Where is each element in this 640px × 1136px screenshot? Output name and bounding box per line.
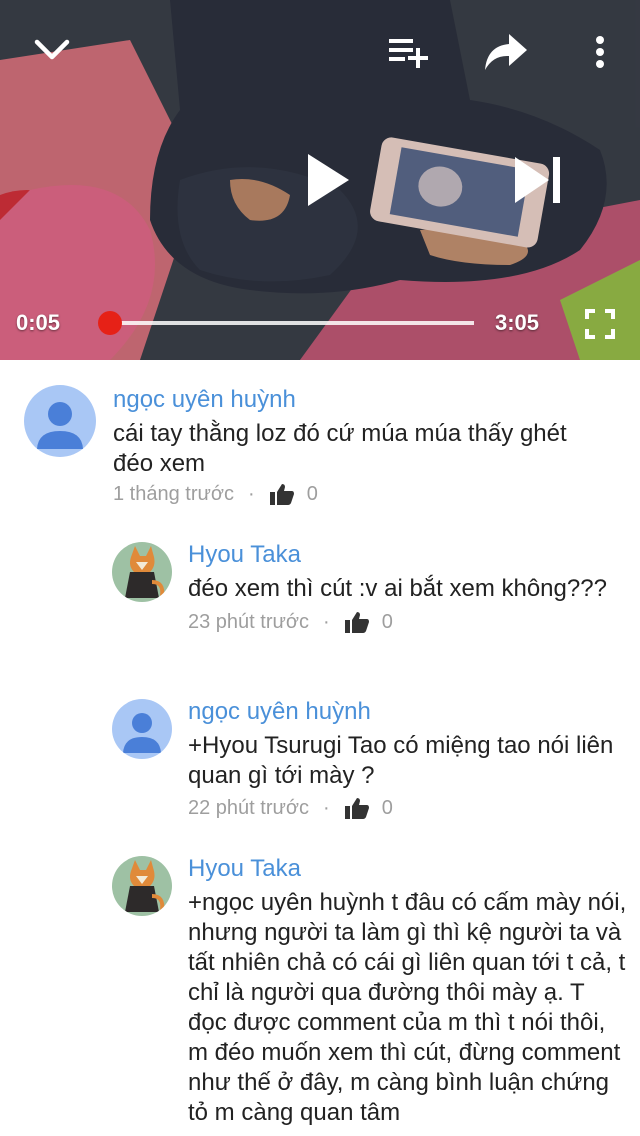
skip-next-icon [515, 157, 560, 203]
duration: 3:05 [495, 310, 540, 335]
like-button[interactable] [342, 608, 372, 636]
more-vert-icon [596, 36, 604, 68]
comment-author[interactable]: ngọc uyên huỳnh [113, 385, 296, 415]
collapse-button[interactable] [26, 26, 78, 74]
comments-list: ngọc uyên huỳnh cái tay thằng loz đó cứ … [0, 360, 640, 1136]
separator-dot: · [248, 483, 255, 505]
comment-time: 1 tháng trước [113, 483, 235, 505]
seek-bar[interactable] [98, 311, 474, 335]
fox-avatar-icon [112, 542, 172, 602]
like-count: 0 [381, 611, 393, 633]
like-count: 0 [381, 797, 393, 819]
thumbs-up-icon [344, 798, 369, 819]
comment-text: +ngọc uyên huỳnh t đâu có cấm mày nói, n… [188, 889, 627, 1126]
separator-dot: · [323, 611, 330, 633]
fullscreen-icon [585, 309, 615, 339]
reply-comment: Hyou Taka đéo xem thì cút :v ai bắt xem … [112, 540, 632, 642]
comment-time: 23 phút trước [188, 611, 310, 633]
like-count: 0 [306, 483, 318, 505]
fox-avatar-icon [112, 856, 172, 916]
share-icon [485, 34, 527, 70]
comment-time: 22 phút trước [188, 797, 310, 819]
next-video-button[interactable] [502, 148, 572, 212]
comment-text: đéo xem thì cút :v ai bắt xem không??? [188, 575, 607, 602]
user-avatar[interactable] [112, 699, 172, 759]
fullscreen-button[interactable] [578, 302, 622, 346]
default-avatar-icon [24, 385, 96, 457]
play-button[interactable] [292, 145, 362, 215]
comment-meta: 23 phút trước · 0 [188, 608, 393, 636]
reply-comment: ngọc uyên huỳnh +Hyou Tsurugi Tao có miệ… [112, 697, 632, 829]
play-icon [308, 154, 349, 206]
video-player[interactable]: 0:05 3:05 [0, 0, 640, 360]
thumbs-up-icon [269, 484, 294, 505]
chevron-down-icon [34, 39, 70, 60]
seek-thumb[interactable] [98, 311, 123, 335]
default-avatar-icon [112, 699, 172, 759]
comment-text: +Hyou Tsurugi Tao có miệng tao nói liên … [188, 732, 614, 789]
user-avatar[interactable] [112, 542, 172, 602]
share-button[interactable] [478, 26, 534, 78]
like-button[interactable] [267, 480, 297, 508]
comment-text: cái tay thằng loz đó cứ múa múa thấy ghé… [113, 420, 567, 477]
comment-author[interactable]: Hyou Taka [188, 540, 301, 570]
more-options-button[interactable] [580, 28, 620, 76]
thumbs-up-icon [344, 612, 369, 633]
playlist-add-icon [389, 39, 428, 68]
add-to-playlist-button[interactable] [382, 26, 434, 78]
reply-comment: Hyou Taka +ngọc uyên huỳnh t đâu có cấm … [112, 854, 632, 1136]
current-time: 0:05 [16, 310, 61, 335]
user-avatar[interactable] [112, 856, 172, 916]
comment-meta: 1 tháng trước · 0 [113, 480, 318, 508]
comment-author[interactable]: Hyou Taka [188, 854, 301, 884]
separator-dot: · [323, 797, 330, 819]
comment-author[interactable]: ngọc uyên huỳnh [188, 697, 371, 727]
user-avatar[interactable] [24, 385, 96, 457]
comment: ngọc uyên huỳnh cái tay thằng loz đó cứ … [24, 385, 624, 515]
comment-meta: 22 phút trước · 0 [188, 794, 393, 822]
like-button[interactable] [342, 794, 372, 822]
